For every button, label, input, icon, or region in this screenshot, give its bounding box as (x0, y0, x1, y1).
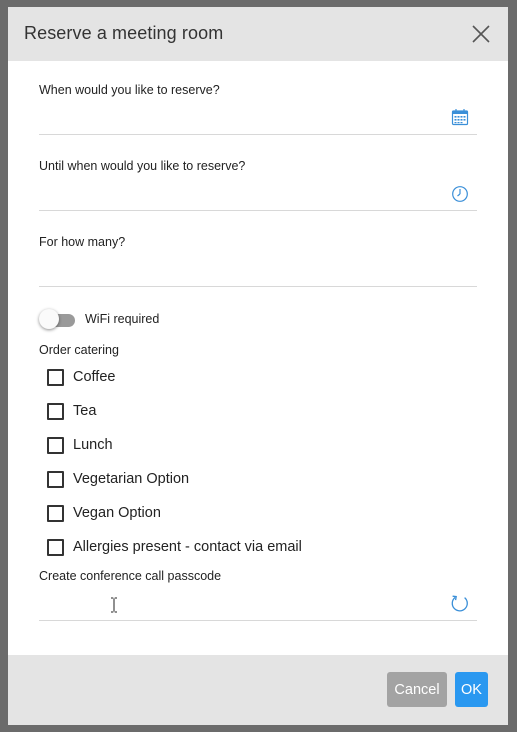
passcode-underline (39, 620, 477, 621)
dialog-title: Reserve a meeting room (24, 23, 224, 43)
checkbox[interactable] (47, 471, 64, 488)
toggle-knob (39, 309, 59, 329)
wifi-toggle-label: WiFi required (85, 312, 160, 326)
end-time-underline (39, 210, 477, 211)
start-date-label: When would you like to reserve? (39, 83, 220, 97)
reserve-dialog: Reserve a meeting room When would you li… (8, 7, 508, 725)
start-date-underline (39, 134, 477, 135)
clock-icon[interactable] (451, 185, 469, 203)
close-icon[interactable] (472, 25, 490, 43)
attendee-count-label: For how many? (39, 235, 126, 249)
start-date-input[interactable] (39, 107, 439, 131)
wifi-toggle[interactable] (39, 309, 77, 329)
catering-section-label: Order catering (39, 343, 119, 357)
checkbox-label: Vegetarian Option (73, 471, 190, 487)
checkbox[interactable] (47, 539, 64, 556)
passcode-label: Create conference call passcode (39, 569, 222, 583)
refresh-icon[interactable] (451, 594, 469, 612)
text-cursor-icon (111, 597, 117, 613)
passcode-input[interactable] (39, 592, 439, 616)
dialog-header: Reserve a meeting room (8, 7, 508, 61)
calendar-icon[interactable] (451, 108, 469, 126)
cancel-button[interactable]: Cancel (387, 672, 447, 707)
checkbox[interactable] (47, 369, 64, 386)
checkbox[interactable] (47, 437, 64, 454)
attendee-count-input[interactable] (39, 259, 439, 283)
checkbox-label: Tea (73, 403, 97, 419)
end-time-input[interactable] (39, 183, 439, 207)
checkbox-label: Allergies present - contact via email (73, 539, 302, 555)
checkbox-label: Vegan Option (73, 505, 161, 521)
checkbox[interactable] (47, 505, 64, 522)
end-time-label: Until when would you like to reserve? (39, 159, 246, 173)
checkbox-label: Coffee (73, 369, 116, 385)
ok-button[interactable]: OK (455, 672, 488, 707)
checkbox[interactable] (47, 403, 64, 420)
attendee-count-underline (39, 286, 477, 287)
dialog-footer: Cancel OK (8, 655, 508, 725)
checkbox-label: Lunch (73, 437, 113, 453)
